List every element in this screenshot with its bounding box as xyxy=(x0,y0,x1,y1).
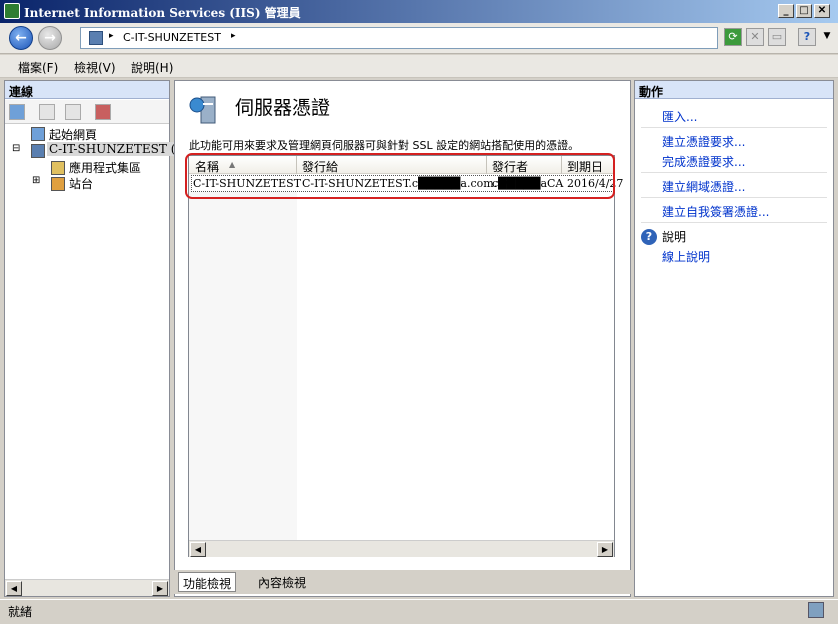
address-bar[interactable]: ▸ C-IT-SHUNZETEST ▸ xyxy=(80,27,718,49)
forward-button[interactable]: → xyxy=(38,26,62,50)
highlight-annotation xyxy=(185,153,615,199)
menu-file[interactable]: 檔案(F) xyxy=(18,59,58,76)
menu-help[interactable]: 說明(H) xyxy=(131,59,173,76)
action-create-self-signed[interactable]: 建立自我簽署憑證... xyxy=(662,203,769,220)
server-icon xyxy=(31,144,45,158)
feature-description: 此功能可用來要求及管理網頁伺服器可與針對 SSL 設定的網站搭配使用的憑證。 xyxy=(189,139,580,152)
action-create-domain-cert[interactable]: 建立網域憑證... xyxy=(662,178,745,195)
maximize-button[interactable]: □ xyxy=(796,4,812,18)
actions-header: 動作 xyxy=(635,81,833,99)
breadcrumb-server[interactable]: C-IT-SHUNZETEST xyxy=(123,31,221,44)
network-status-icon xyxy=(808,602,824,618)
scroll-right-button[interactable]: ▶ xyxy=(597,542,613,557)
menu-view[interactable]: 檢視(V) xyxy=(74,59,116,76)
tree-item-start-page[interactable]: 起始網頁 xyxy=(49,126,97,143)
title-bar: Internet Information Services (IIS) 管理員 … xyxy=(0,0,838,23)
divider xyxy=(641,172,827,173)
up-level-icon[interactable] xyxy=(65,104,81,120)
status-text: 就緒 xyxy=(8,605,33,619)
connections-scrollbar[interactable]: ◀ ▶ xyxy=(5,579,169,596)
window-title: Internet Information Services (IIS) 管理員 xyxy=(24,6,301,20)
tree-item-app-pools[interactable]: 應用程式集區 xyxy=(69,159,141,176)
breadcrumb-separator: ▸ xyxy=(109,31,114,41)
scroll-right-button[interactable]: ▶ xyxy=(152,581,168,596)
scroll-left-button[interactable]: ◀ xyxy=(6,581,22,596)
back-button[interactable]: ← xyxy=(9,26,33,50)
divider xyxy=(641,197,827,198)
start-page-icon xyxy=(31,127,45,141)
breadcrumb-separator[interactable]: ▸ xyxy=(231,31,236,41)
feature-pane: 伺服器憑證 此功能可用來要求及管理網頁伺服器可與針對 SSL 設定的網站搭配使用… xyxy=(174,80,631,597)
tab-content-view[interactable]: 內容檢視 xyxy=(254,572,310,592)
divider xyxy=(641,222,827,223)
stop-icon[interactable]: ✕ xyxy=(746,28,764,46)
app-pool-icon xyxy=(51,161,65,175)
tab-feature-view[interactable]: 功能檢視 xyxy=(178,572,237,592)
certificates-list: 名稱 ▲ 發行給 發行者 到期日 C-IT-SHUNZETEST C-IT-SH… xyxy=(188,155,623,557)
connections-pane: 連線 起始網頁 ⊟ C-IT-SHUNZETEST (CH 應用程式集區 ⊞ 站… xyxy=(4,80,198,597)
tab-content-view-label: 內容檢視 xyxy=(258,576,307,590)
list-scrollbar[interactable]: ◀ ▶ xyxy=(189,540,614,557)
help-icon[interactable]: ? xyxy=(798,28,816,46)
server-icon xyxy=(89,31,103,45)
connections-header: 連線 xyxy=(5,81,169,99)
tree-item-sites[interactable]: 站台 xyxy=(69,175,93,192)
close-button[interactable]: ✕ xyxy=(814,4,830,18)
action-complete-request[interactable]: 完成憑證要求... xyxy=(662,153,745,170)
action-create-request[interactable]: 建立憑證要求... xyxy=(662,133,745,150)
page-title: 伺服器憑證 xyxy=(235,97,331,119)
connections-toolbar xyxy=(5,100,169,124)
chevron-down-icon[interactable]: ▼ xyxy=(818,28,836,46)
divider xyxy=(641,127,827,128)
save-icon[interactable]: ▭ xyxy=(768,28,786,46)
tab-feature-view-label: 功能檢視 xyxy=(183,577,232,591)
sort-column-shade xyxy=(189,174,297,557)
actions-pane: 動作 匯入... 建立憑證要求... 完成憑證要求... 建立網域憑證... 建… xyxy=(634,80,834,597)
iis-app-icon xyxy=(4,3,20,19)
view-tabs: 功能檢視 內容檢視 xyxy=(174,570,631,594)
navigation-bar: ← → ▸ C-IT-SHUNZETEST ▸ ⟳ ✕ ▭ ? ▼ xyxy=(0,23,838,54)
certificate-server-icon xyxy=(189,96,216,124)
action-import[interactable]: 匯入... xyxy=(662,108,697,125)
minimize-button[interactable]: _ xyxy=(778,4,794,18)
menu-bar: 檔案(F) 檢視(V) 說明(H) xyxy=(0,55,838,78)
action-help[interactable]: 說明 xyxy=(662,228,686,245)
help-icon: ? xyxy=(641,229,657,245)
connect-icon[interactable] xyxy=(9,104,25,120)
delete-connection-icon[interactable] xyxy=(95,104,111,120)
collapse-icon[interactable]: ⊟ xyxy=(12,143,20,154)
save-connections-icon[interactable] xyxy=(39,104,55,120)
action-online-help[interactable]: 線上說明 xyxy=(662,248,710,265)
expand-icon[interactable]: ⊞ xyxy=(32,175,40,186)
status-bar: 就緒 xyxy=(0,599,838,624)
refresh-icon[interactable]: ⟳ xyxy=(724,28,742,46)
sites-icon xyxy=(51,177,65,191)
scroll-left-button[interactable]: ◀ xyxy=(190,542,206,557)
